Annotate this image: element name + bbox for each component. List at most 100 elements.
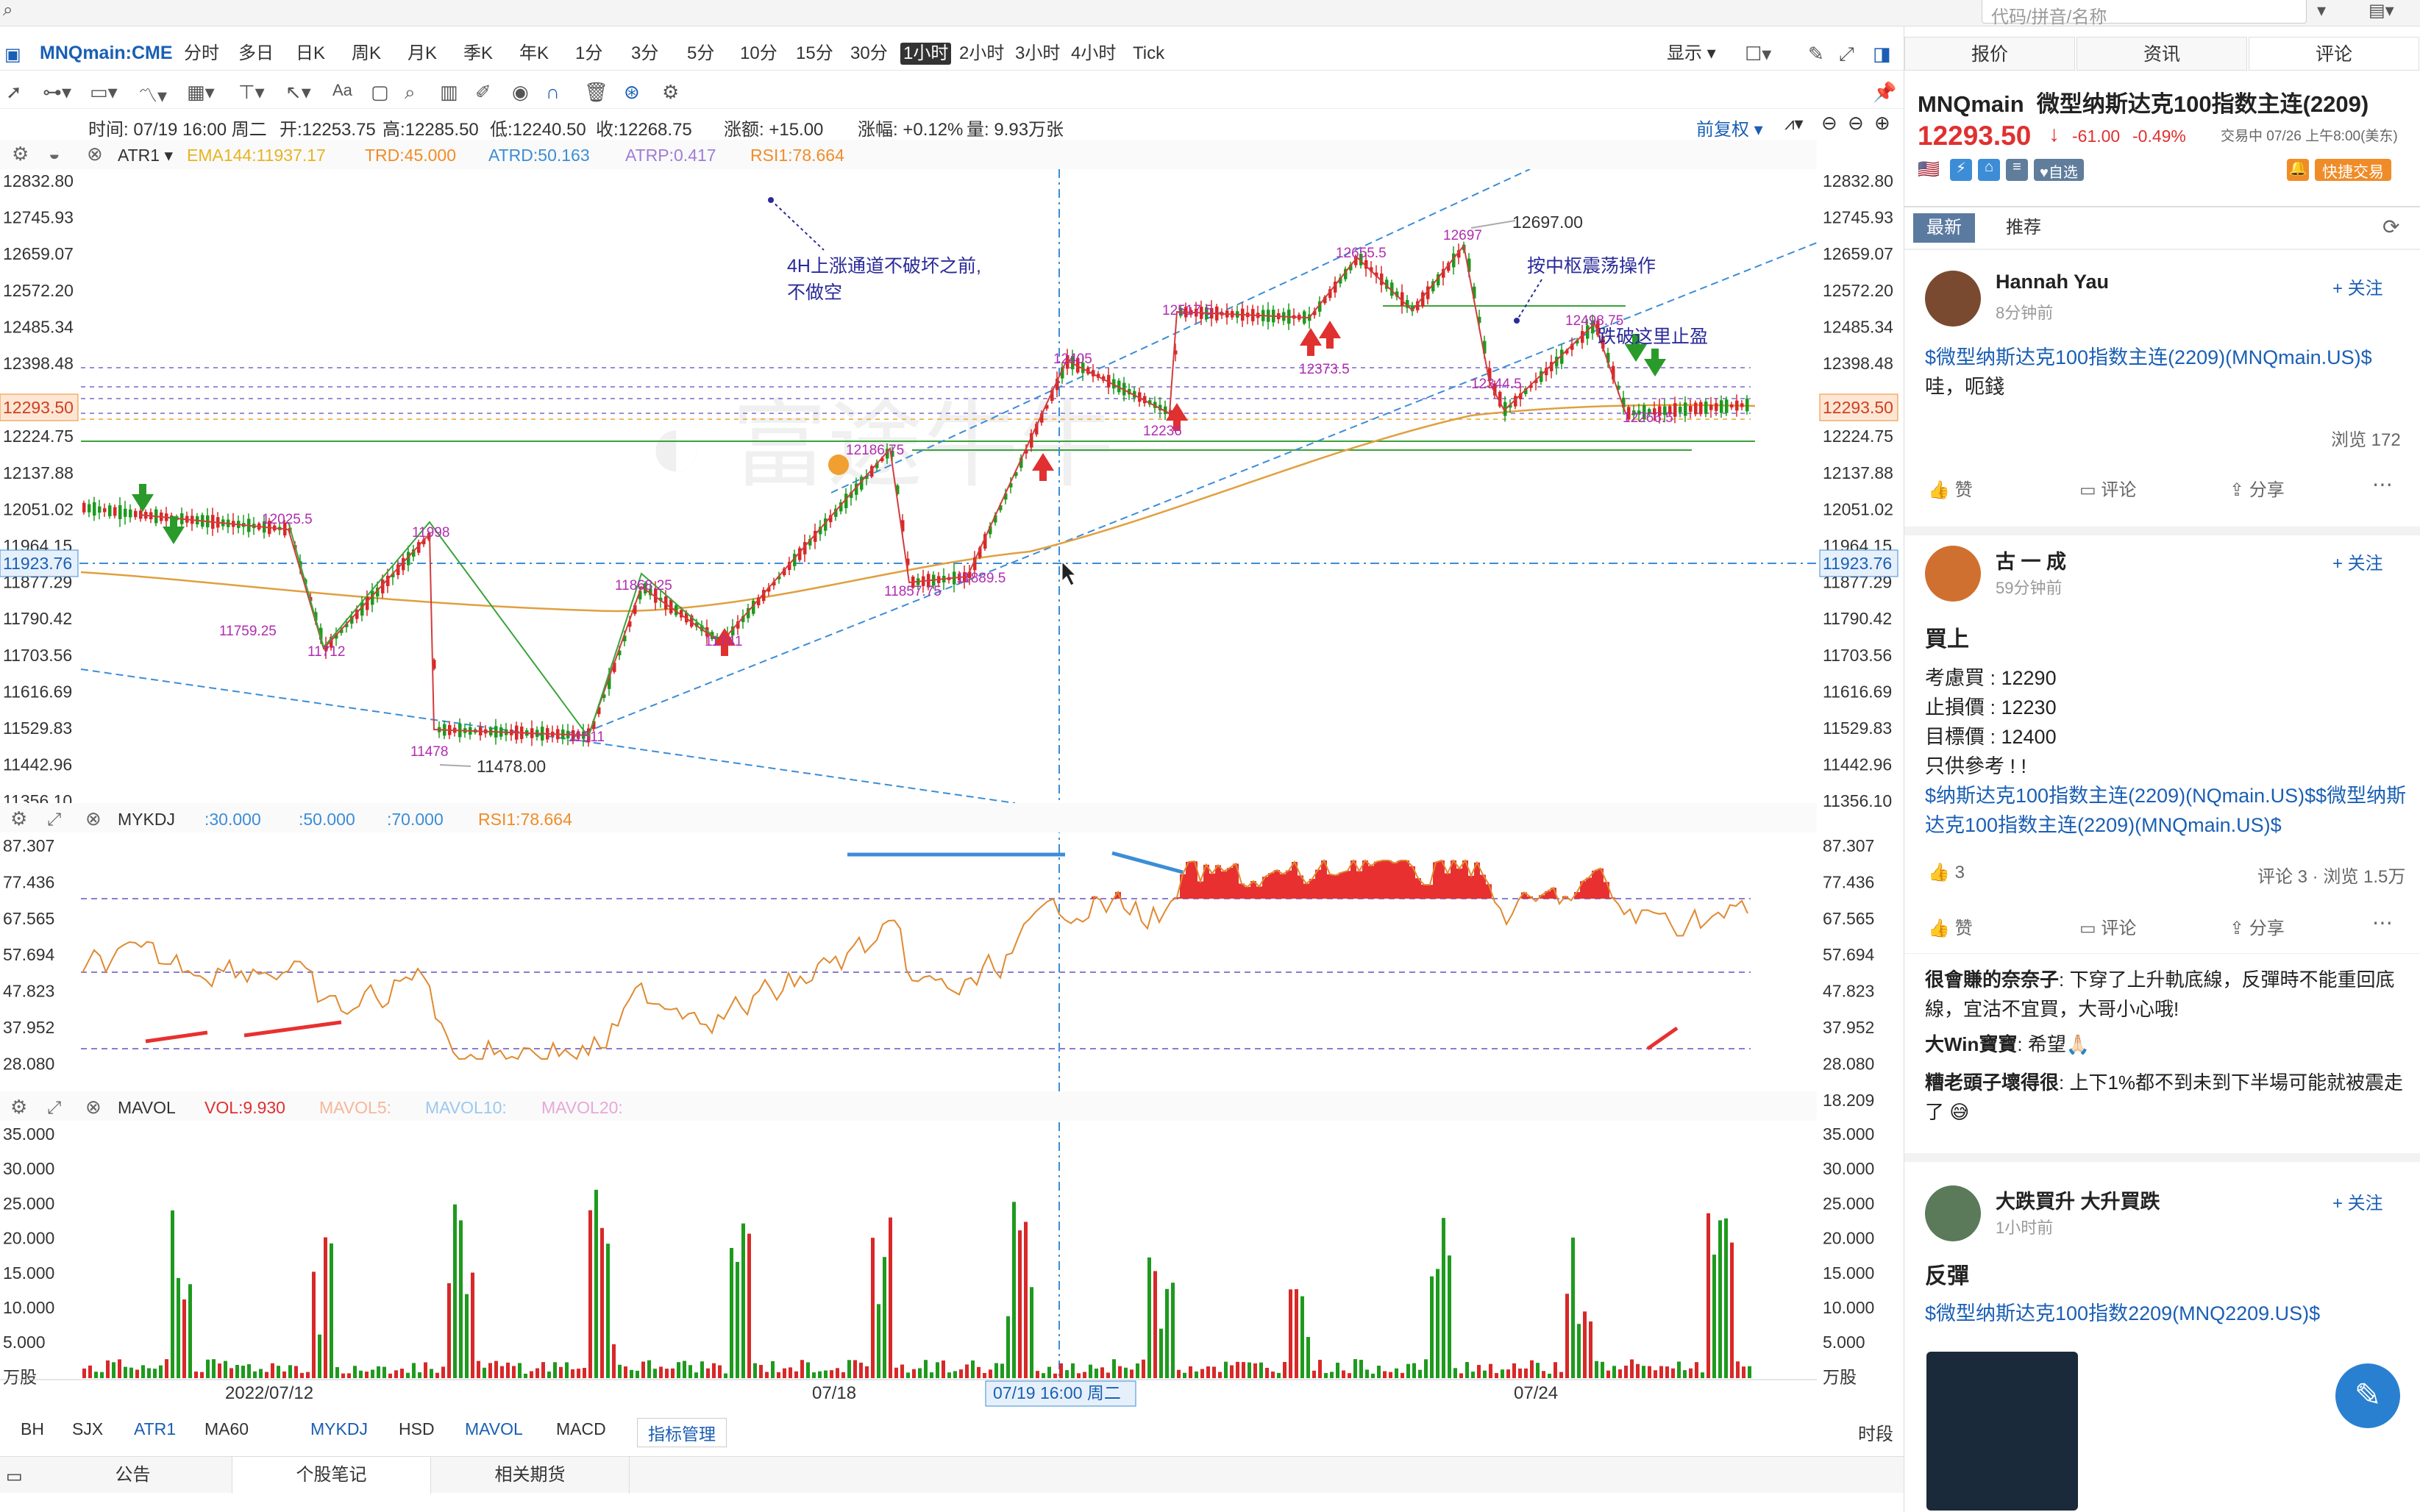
- tab-15min[interactable]: 15分: [793, 43, 836, 65]
- panel-toggle-icon[interactable]: ▭: [6, 1466, 23, 1487]
- ind-tab-sjx[interactable]: SJX: [62, 1418, 113, 1441]
- kdj-name[interactable]: MYKDJ: [118, 810, 175, 829]
- layout-icon[interactable]: ▤▾: [2369, 0, 2394, 22]
- tab-5min[interactable]: 5分: [684, 43, 717, 65]
- checkbox-icon[interactable]: ☐▾: [1745, 43, 1771, 65]
- follow-button[interactable]: + 关注: [2332, 1188, 2383, 1214]
- reply-user[interactable]: 糟老頭子壞得很: [1925, 1071, 2059, 1094]
- line-tool-icon[interactable]: ⊶▾: [43, 81, 71, 104]
- pin-icon[interactable]: 📌: [1873, 81, 1896, 104]
- more-icon[interactable]: ⋯: [2372, 910, 2393, 935]
- avatar[interactable]: [1925, 271, 1981, 327]
- ind-tab-mavol[interactable]: MAVOL: [455, 1418, 533, 1441]
- minus-alt-icon[interactable]: ⊖: [1848, 112, 1864, 135]
- reply-user[interactable]: 大Win寶寶: [1925, 1033, 2017, 1055]
- ind-tab-mykdj[interactable]: MYKDJ: [300, 1418, 378, 1441]
- split-view-icon[interactable]: ◨: [1873, 43, 1891, 65]
- shirt-icon[interactable]: ▾: [2317, 0, 2326, 22]
- kdj-gear-icon[interactable]: ⚙: [10, 807, 27, 830]
- chart-scale-icon[interactable]: ⩘▾: [1784, 113, 1804, 135]
- compose-button[interactable]: ✎: [2335, 1363, 2400, 1428]
- minus-icon[interactable]: ⊖: [1821, 112, 1837, 135]
- eye-icon[interactable]: ◉: [512, 81, 529, 104]
- watchlist-badge[interactable]: ♥自选: [2034, 159, 2084, 181]
- mavol-gear-icon[interactable]: ⚙: [10, 1096, 27, 1118]
- like-button[interactable]: 👍 赞: [1928, 475, 1973, 501]
- refresh-icon[interactable]: ⟳: [2382, 215, 2399, 239]
- text-tool-icon[interactable]: Aa: [332, 81, 352, 100]
- post-stock-link[interactable]: $微型纳斯达克100指数2209(MNQ2209.US)$: [1925, 1299, 2320, 1328]
- cursor-icon[interactable]: ➚: [6, 81, 22, 104]
- post-author[interactable]: Hannah Yau: [1996, 271, 2109, 293]
- feed-tab-latest[interactable]: 最新: [1913, 213, 1975, 243]
- wave-tool-icon[interactable]: 〽▾: [138, 81, 167, 108]
- post-author[interactable]: 大跌買升 大升買跌: [1996, 1185, 2160, 1214]
- zoom-icon[interactable]: ⌕: [405, 81, 416, 104]
- doc-icon[interactable]: ≡: [2006, 159, 2028, 181]
- tab-announcements[interactable]: 公告: [34, 1457, 232, 1494]
- tab-notes[interactable]: 个股笔记: [232, 1457, 431, 1494]
- chart-canvas[interactable]: ◐ 富途牛牛 12025.5 11998 11759.25 11712 1147…: [0, 169, 1904, 1412]
- pen-icon[interactable]: ✎: [1808, 43, 1824, 65]
- symbol-label[interactable]: MNQmain:CME: [40, 43, 173, 64]
- arrow-tool-icon[interactable]: ↖▾: [285, 81, 311, 104]
- tab-day-k[interactable]: 日K: [293, 43, 328, 65]
- ind-tab-hsd[interactable]: HSD: [388, 1418, 445, 1441]
- ind-tab-manage[interactable]: 指标管理: [637, 1418, 727, 1447]
- tab-30min[interactable]: 30分: [847, 43, 891, 65]
- tab-3min[interactable]: 3分: [628, 43, 661, 65]
- avatar[interactable]: [1925, 546, 1981, 602]
- rect-tool-icon[interactable]: ▭▾: [90, 81, 118, 104]
- display-dropdown[interactable]: 显示 ▾: [1664, 43, 1719, 65]
- tab-related-futures[interactable]: 相关期货: [431, 1457, 630, 1494]
- gear-icon[interactable]: ⚙: [12, 143, 29, 165]
- period-label[interactable]: 时段: [1858, 1419, 1893, 1445]
- follow-button[interactable]: + 关注: [2332, 549, 2383, 574]
- mavol-name[interactable]: MAVOL: [118, 1098, 176, 1117]
- avatar[interactable]: [1925, 1185, 1981, 1241]
- brush-icon[interactable]: ✐: [475, 81, 491, 104]
- share-button[interactable]: ⇪ 分享: [2229, 913, 2285, 939]
- kdj-expand-icon[interactable]: ⤢: [47, 810, 61, 830]
- post-author[interactable]: 古 一 成: [1996, 546, 2066, 574]
- quick-trade-button[interactable]: 快捷交易: [2315, 159, 2391, 181]
- tab-1min[interactable]: 1分: [572, 43, 605, 65]
- tab-2hour[interactable]: 2小时: [956, 43, 1007, 65]
- mavol-close-icon[interactable]: ⊗: [85, 1096, 102, 1118]
- tab-3hour[interactable]: 3小时: [1012, 43, 1063, 65]
- fib-tool-icon[interactable]: ▦▾: [187, 81, 215, 104]
- comment-button[interactable]: ▭ 评论: [2079, 913, 2136, 939]
- comment-tool-icon[interactable]: ▢: [371, 81, 389, 104]
- app-icon[interactable]: ⌕: [3, 0, 13, 22]
- trash-icon[interactable]: 🗑: [584, 81, 608, 104]
- fullscreen-icon[interactable]: ⤢: [1839, 43, 1854, 66]
- comment-button[interactable]: ▭ 评论: [2079, 475, 2136, 501]
- ind-tab-macd[interactable]: MACD: [546, 1418, 616, 1441]
- tab-year-k[interactable]: 年K: [516, 43, 552, 65]
- tab-1hour[interactable]: 1小时: [900, 43, 952, 65]
- tab-news[interactable]: 资讯: [2076, 37, 2247, 71]
- lightning-icon[interactable]: ⚡: [1950, 159, 1972, 181]
- adjust-dropdown[interactable]: 前复权 ▾: [1696, 115, 1763, 140]
- tab-10min[interactable]: 10分: [737, 43, 780, 65]
- hide-icon[interactable]: ◒: [49, 143, 60, 165]
- like-button[interactable]: 👍 赞: [1928, 913, 1973, 939]
- post-image[interactable]: [1926, 1352, 2078, 1511]
- tab-intraday[interactable]: 分时: [181, 43, 222, 65]
- share-button[interactable]: ⇪ 分享: [2229, 475, 2285, 501]
- tab-quarter-k[interactable]: 季K: [460, 43, 496, 65]
- tab-comments[interactable]: 评论: [2249, 37, 2419, 71]
- kdj-close-icon[interactable]: ⊗: [85, 807, 102, 830]
- sync-icon[interactable]: ⊛: [624, 81, 640, 104]
- ind-tab-atr1[interactable]: ATR1: [124, 1418, 186, 1441]
- sidebar-toggle-icon[interactable]: ▣: [4, 44, 21, 65]
- feed-tab-recommended[interactable]: 推荐: [1993, 213, 2054, 243]
- atr-indicator[interactable]: ATR1 ▾: [118, 146, 173, 165]
- more-icon[interactable]: ⋯: [2372, 472, 2393, 496]
- reply-user[interactable]: 很會賺的奈奈子: [1925, 969, 2059, 991]
- post-stock-link[interactable]: $纳斯达克100指数主连(2209)(NQmain.US)$$微型纳斯达克100…: [1925, 781, 2410, 840]
- magnet-icon[interactable]: ∩: [546, 81, 560, 104]
- close-icon[interactable]: ⊗: [87, 143, 103, 165]
- bell-icon[interactable]: 🔔: [2287, 159, 2309, 181]
- mavol-expand-icon[interactable]: ⤢: [47, 1098, 61, 1118]
